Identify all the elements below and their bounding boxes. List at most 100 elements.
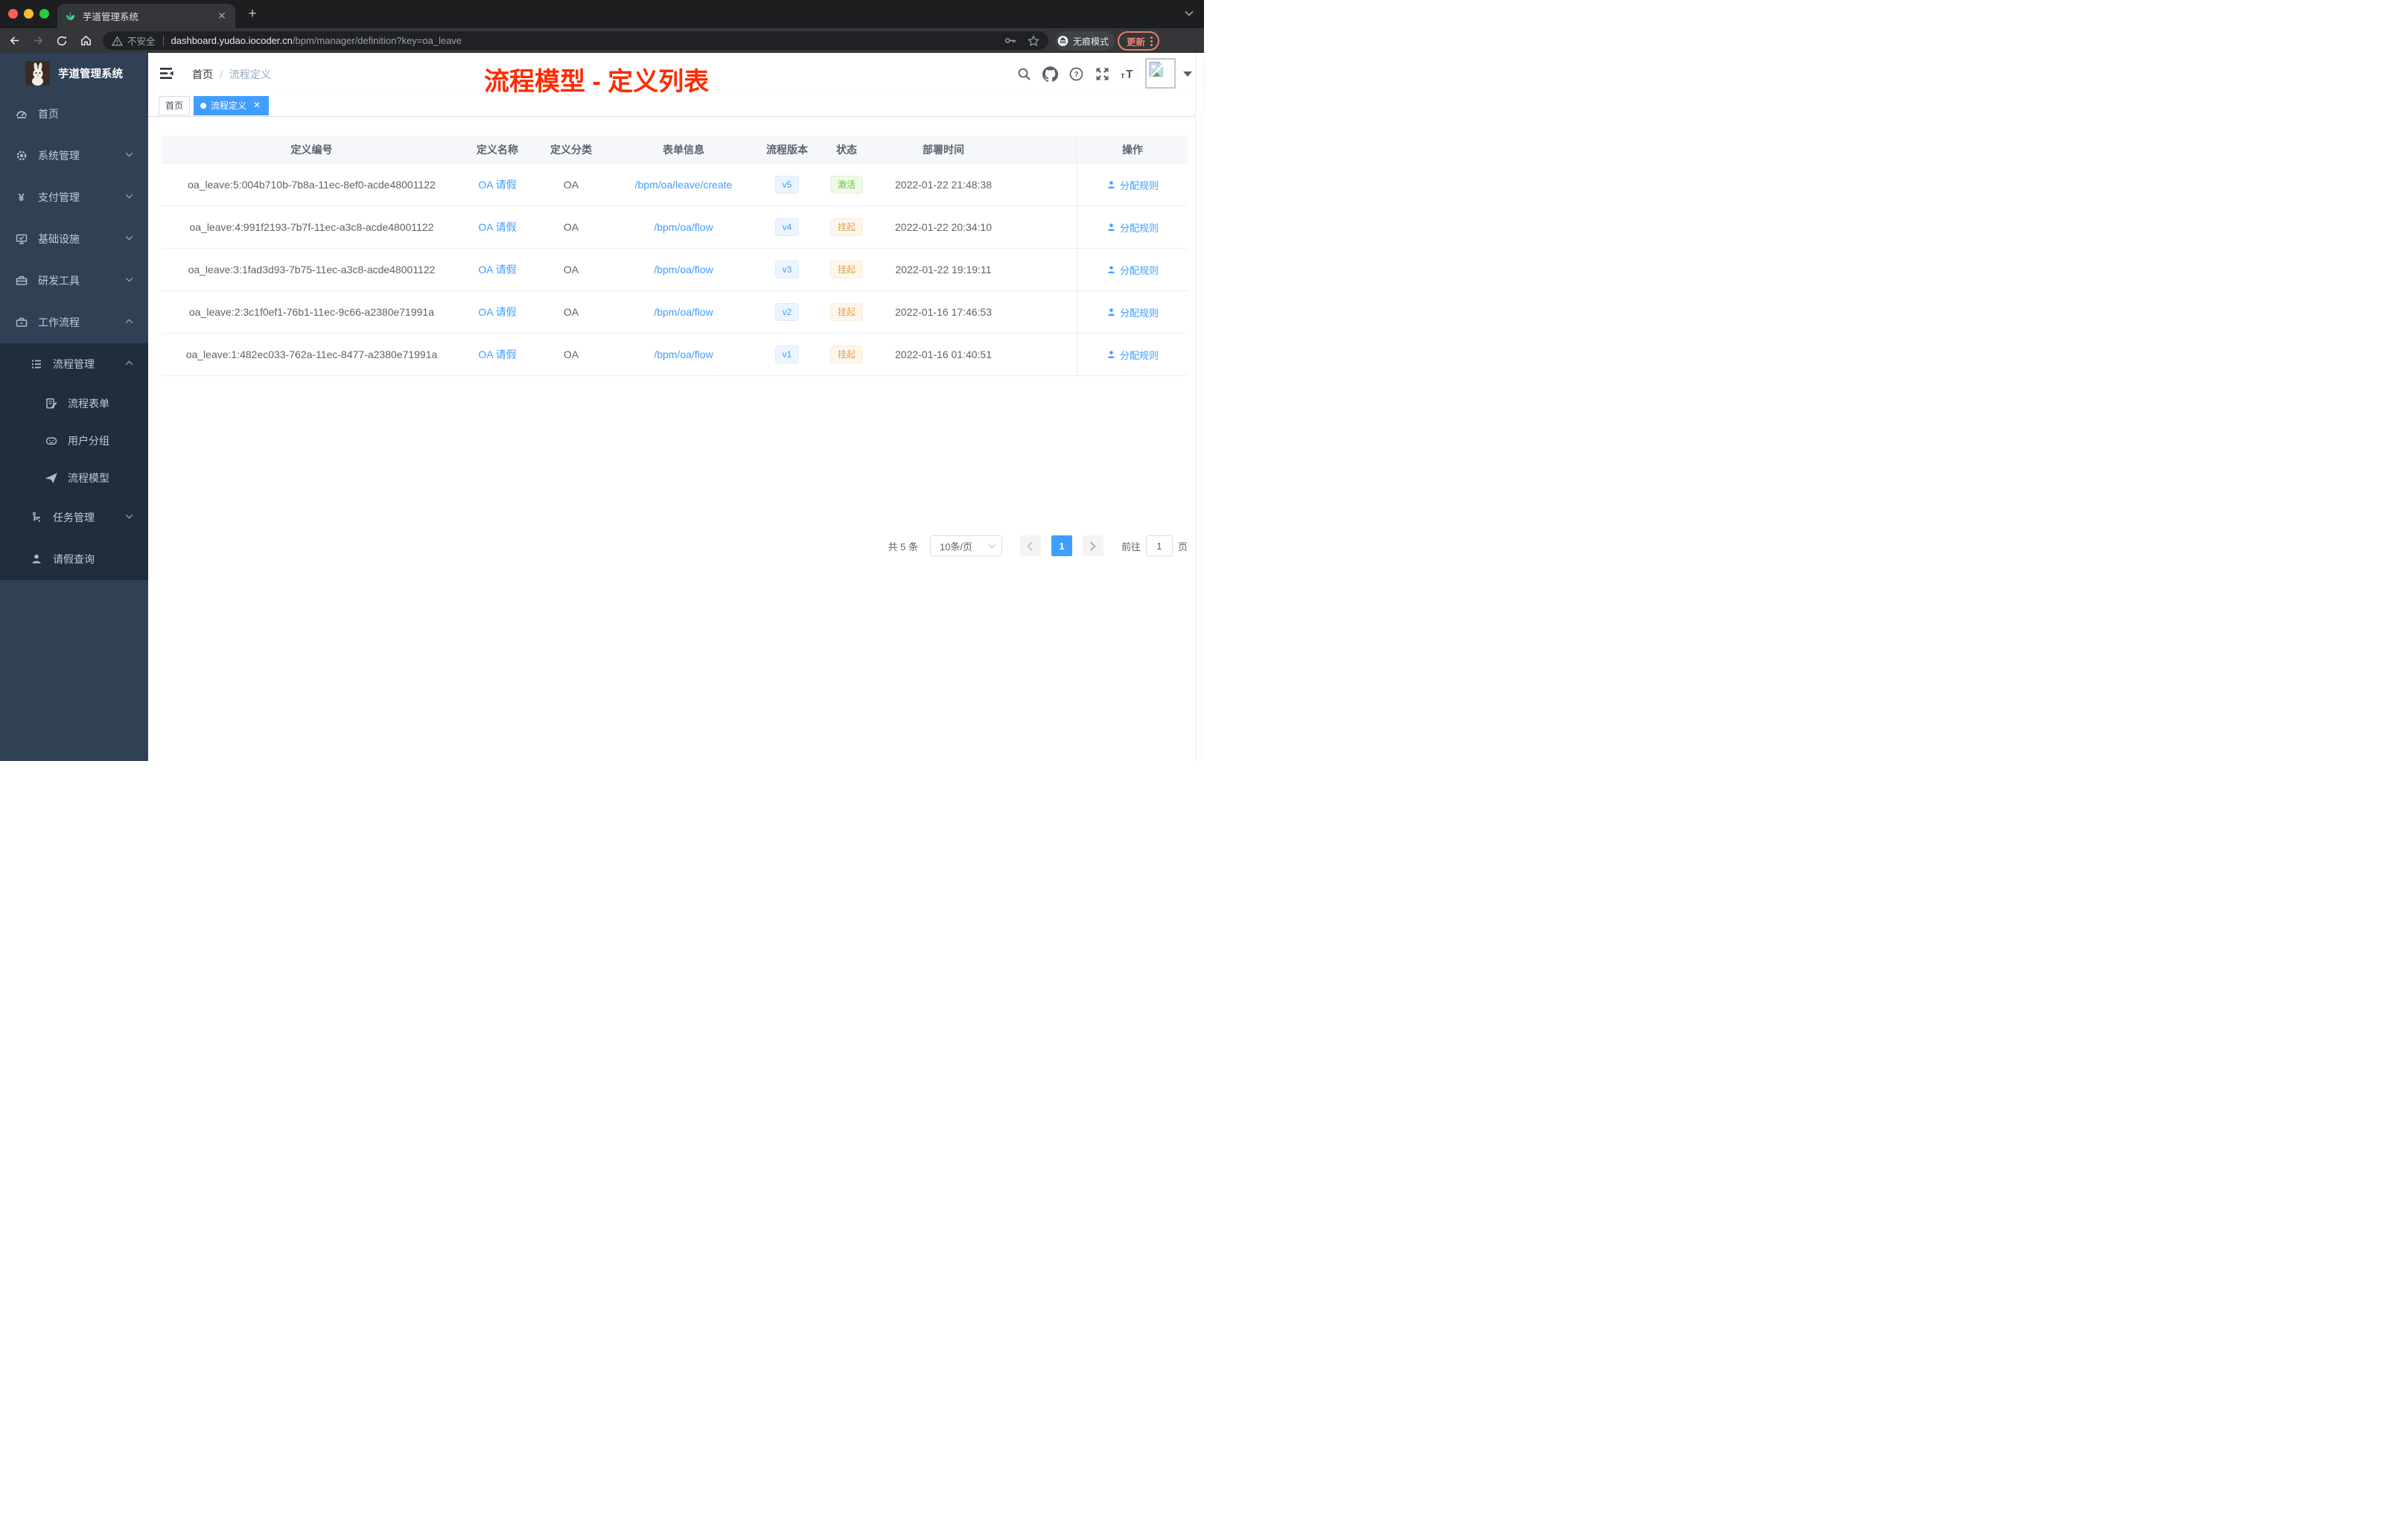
sidebar-item-label: 系统管理 xyxy=(38,150,80,162)
help-icon[interactable]: ? xyxy=(1068,53,1084,95)
font-size-icon[interactable]: тT xyxy=(1120,53,1136,95)
app-logo-rabbit-avatar xyxy=(25,60,50,86)
main-content: 定义编号 定义名称 定义分类 表单信息 流程版本 状态 部署时间 操作 oa_l… xyxy=(148,117,1204,761)
chevron-up-icon xyxy=(125,360,133,366)
definition-category: OA xyxy=(563,179,579,191)
sidebar-item-infrastructure[interactable]: 基础设施 xyxy=(0,218,148,260)
definition-name-link[interactable]: OA 请假 xyxy=(478,348,516,360)
assign-rule-button[interactable]: 分配规则 xyxy=(1106,178,1159,192)
active-dot xyxy=(200,102,207,109)
sidebar-item-label: 基础设施 xyxy=(38,233,80,245)
user-icon xyxy=(1108,223,1115,231)
tag-close-icon[interactable]: ✕ xyxy=(252,100,262,111)
sidebar-item-process-form[interactable]: 流程表单 xyxy=(0,385,148,422)
fullscreen-icon[interactable] xyxy=(1094,53,1110,95)
definition-category: OA xyxy=(563,306,579,318)
chevron-up-icon xyxy=(125,319,133,324)
window-controls[interactable] xyxy=(8,9,49,19)
reload-icon[interactable] xyxy=(52,31,71,51)
chevron-left-icon xyxy=(1027,541,1033,551)
definition-name-link[interactable]: OA 请假 xyxy=(478,179,516,191)
definition-name-link[interactable]: OA 请假 xyxy=(478,264,516,276)
next-page-button[interactable] xyxy=(1082,535,1103,556)
form-link[interactable]: /bpm/oa/flow xyxy=(654,221,713,233)
chevron-down-icon xyxy=(125,277,133,282)
github-icon[interactable] xyxy=(1042,53,1058,95)
page-size-select[interactable]: 10条/页 xyxy=(929,535,1002,556)
incognito-label: 无痕模式 xyxy=(1072,36,1109,47)
form-link[interactable]: /bpm/oa/flow xyxy=(654,264,713,276)
table-row: oa_leave:2:3c1f0ef1-76b1-11ec-9c66-a2380… xyxy=(162,291,1188,334)
chevron-down-icon xyxy=(125,235,133,241)
assign-rule-button[interactable]: 分配规则 xyxy=(1106,220,1159,235)
security-label[interactable]: 不安全 xyxy=(127,34,156,48)
user-avatar-broken-image[interactable] xyxy=(1145,58,1176,89)
window-minimize-button[interactable] xyxy=(24,9,34,19)
form-link[interactable]: /bpm/oa/leave/create xyxy=(635,179,733,191)
sidebar-item-process-management[interactable]: 流程管理 xyxy=(0,343,148,385)
password-key-icon[interactable] xyxy=(1004,35,1017,46)
sidebar-item-task-management[interactable]: 任务管理 xyxy=(0,497,148,538)
home-icon[interactable] xyxy=(76,31,95,51)
form-link[interactable]: /bpm/oa/flow xyxy=(654,306,713,318)
breadcrumb-home[interactable]: 首页 xyxy=(192,67,213,82)
sidebar-item-user-group[interactable]: 用户分组 xyxy=(0,422,148,459)
prev-page-button[interactable] xyxy=(1019,535,1041,556)
sidebar-item-label: 用户分组 xyxy=(68,435,109,447)
incognito-badge: 无痕模式 xyxy=(1055,31,1115,51)
app-title: 芋道管理系统 xyxy=(58,68,123,80)
definition-id: oa_leave:5:004b710b-7b8a-11ec-8ef0-acde4… xyxy=(188,179,436,191)
sidebar-item-leave-query[interactable]: 请假查询 xyxy=(0,538,148,580)
window-zoom-button[interactable] xyxy=(39,9,49,19)
tag-process-definition[interactable]: 流程定义 ✕ xyxy=(194,95,270,115)
sidebar-item-process-model[interactable]: 流程模型 xyxy=(0,459,148,497)
sidebar-item-label: 任务管理 xyxy=(53,512,95,523)
people-icon xyxy=(45,435,57,447)
tab-search-chevron-icon[interactable] xyxy=(1185,10,1194,16)
column-header-id: 定义编号 xyxy=(290,143,333,156)
sidebar-item-dev-tools[interactable]: 研发工具 xyxy=(0,260,148,302)
form-link[interactable]: /bpm/oa/flow xyxy=(654,348,713,360)
sidebar-item-system[interactable]: 系统管理 xyxy=(0,135,148,176)
definition-name-link[interactable]: OA 请假 xyxy=(478,306,516,318)
sidebar-item-label: 请假查询 xyxy=(53,553,95,565)
browser-scrollbar-gutter[interactable] xyxy=(1195,53,1204,761)
broken-image-icon xyxy=(1149,61,1164,77)
table-row: oa_leave:1:482ec033-762a-11ec-8477-a2380… xyxy=(162,334,1188,376)
bookmark-star-icon[interactable] xyxy=(1028,34,1039,47)
user-icon xyxy=(1108,308,1115,316)
tree-icon xyxy=(30,512,42,523)
avatar-dropdown-caret-icon[interactable] xyxy=(1183,71,1192,77)
sidebar-item-label: 支付管理 xyxy=(38,191,80,203)
url-text[interactable]: dashboard.yudao.iocoder.cn/bpm/manager/d… xyxy=(171,35,462,46)
sidebar-item-home[interactable]: 首页 xyxy=(0,93,148,135)
deploy-time: 2022-01-22 21:48:38 xyxy=(895,179,992,191)
address-bar[interactable]: 不安全 dashboard.yudao.iocoder.cn/bpm/manag… xyxy=(103,31,1048,50)
warning-triangle-icon[interactable] xyxy=(112,35,123,46)
tag-home[interactable]: 首页 xyxy=(159,95,191,115)
browser-update-button[interactable]: 更新 xyxy=(1118,31,1160,51)
forward-icon[interactable] xyxy=(28,31,48,51)
browser-tab[interactable]: 芋道管理系统 ✕ xyxy=(57,4,235,28)
assign-rule-button[interactable]: 分配规则 xyxy=(1106,305,1159,319)
browser-menu-icon[interactable] xyxy=(1150,36,1153,46)
definition-name-link[interactable]: OA 请假 xyxy=(478,221,516,233)
window-close-button[interactable] xyxy=(8,9,18,19)
version-badge: v1 xyxy=(774,346,800,363)
page-number-current[interactable]: 1 xyxy=(1051,535,1072,556)
back-icon[interactable] xyxy=(4,31,24,51)
app-logo-row[interactable]: 芋道管理系统 xyxy=(0,53,148,93)
sidebar-item-payment[interactable]: ¥ 支付管理 xyxy=(0,176,148,218)
search-icon[interactable] xyxy=(1016,53,1032,95)
new-tab-button[interactable]: + xyxy=(244,6,261,22)
column-header-status: 状态 xyxy=(836,143,857,156)
column-header-version: 流程版本 xyxy=(766,143,808,156)
sidebar-item-label: 研发工具 xyxy=(38,275,80,287)
assign-rule-button[interactable]: 分配规则 xyxy=(1106,263,1159,277)
assign-rule-button[interactable]: 分配规则 xyxy=(1106,348,1159,362)
sidebar-item-workflow[interactable]: 工作流程 xyxy=(0,302,148,343)
goto-page-input[interactable] xyxy=(1145,535,1173,556)
tab-close-icon[interactable]: ✕ xyxy=(216,10,228,22)
sidebar-toggle-hamburger-icon[interactable] xyxy=(160,67,174,80)
svg-text:?: ? xyxy=(1074,71,1078,79)
